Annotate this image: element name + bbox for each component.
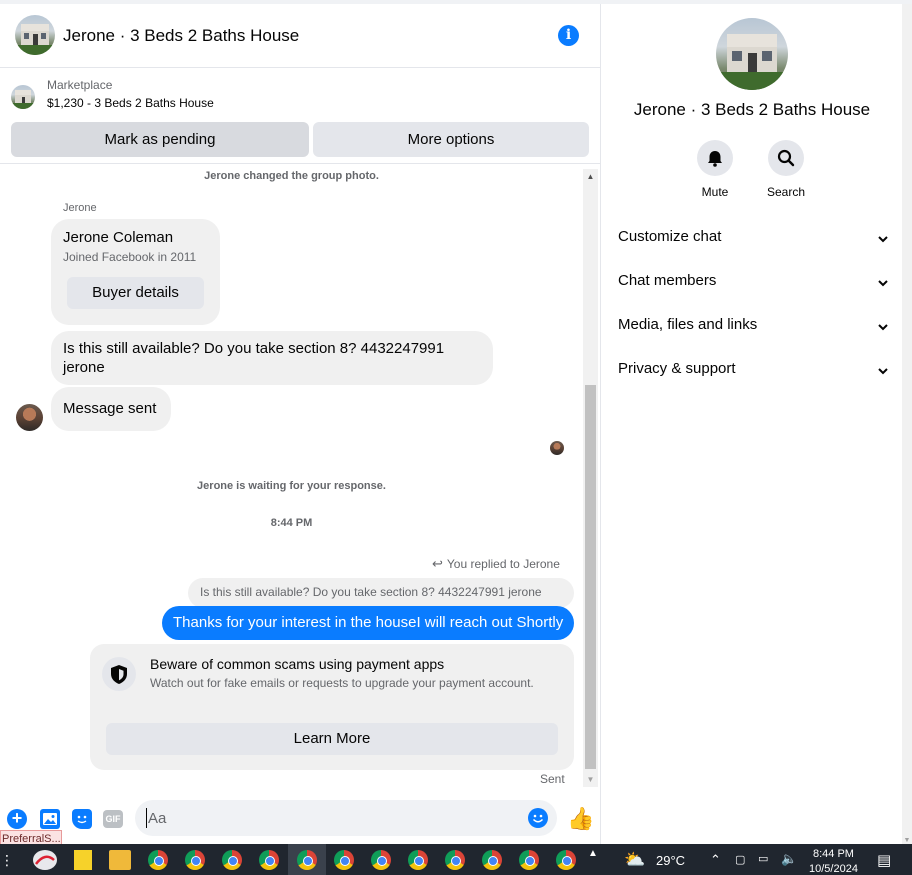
chrome-icon[interactable]: [519, 850, 539, 870]
emoji-icon[interactable]: [528, 808, 548, 828]
message-thread: Jerone changed the group photo. Jerone J…: [0, 164, 583, 790]
clock-time[interactable]: 8:44 PM: [813, 848, 854, 860]
message-timestamp: 8:44 PM: [270, 517, 313, 529]
sender-avatar[interactable]: [16, 404, 43, 431]
app-icon[interactable]: [33, 850, 57, 870]
message-input[interactable]: [148, 808, 518, 828]
chat-title[interactable]: Jerone · 3 Beds 2 Baths House: [63, 26, 299, 46]
taskbar-overflow-arrow[interactable]: ▲: [588, 848, 598, 859]
chat-pane: Jerone · 3 Beds 2 Baths House i Marketpl…: [0, 4, 601, 848]
details-title: Jerone · 3 Beds 2 Baths House: [633, 100, 871, 119]
chat-details-pane: Jerone · 3 Beds 2 Baths House Mute Searc…: [602, 4, 902, 844]
chrome-icon[interactable]: [371, 850, 391, 870]
incoming-message[interactable]: Message sent: [51, 387, 171, 431]
chrome-icon[interactable]: [556, 850, 576, 870]
quoted-message[interactable]: Is this still available? Do you take sec…: [188, 578, 574, 608]
message-input-pill[interactable]: [135, 800, 557, 836]
scam-body: Watch out for fake emails or requests to…: [150, 676, 534, 690]
scam-warning-card: Beware of common scams using payment app…: [90, 644, 574, 770]
marketplace-label: Marketplace: [47, 78, 113, 92]
outgoing-message[interactable]: Thanks for your interest in the houseI w…: [162, 606, 574, 640]
section-label: Privacy & support: [618, 360, 736, 377]
thread-scrollbar[interactable]: ▲ ▼: [583, 169, 598, 787]
reply-label-text: You replied to Jerone: [446, 557, 560, 571]
mute-label: Mute: [701, 185, 729, 199]
scam-title: Beware of common scams using payment app…: [150, 656, 445, 672]
chrome-icon[interactable]: [445, 850, 465, 870]
more-options-button[interactable]: More options: [313, 122, 589, 157]
marketplace-banner: Marketplace $1,230 - 3 Beds 2 Baths Hous…: [0, 69, 600, 164]
network-icon[interactable]: ▭: [758, 852, 768, 865]
chevron-down-icon: [878, 280, 888, 287]
page-scrollbar[interactable]: ▼: [902, 4, 912, 844]
scroll-thumb[interactable]: [585, 385, 596, 769]
customize-chat-section[interactable]: Customize chat: [618, 228, 890, 260]
chevron-down-icon: [878, 324, 888, 331]
search-button[interactable]: Search: [756, 140, 816, 199]
waiting-notice: Jerone is waiting for your response.: [197, 480, 386, 492]
scroll-up-arrow[interactable]: ▲: [583, 169, 598, 184]
group-large-avatar[interactable]: [716, 18, 788, 90]
reply-label: ↩ You replied to Jerone: [432, 557, 560, 572]
file-explorer-icon[interactable]: [109, 850, 131, 870]
sender-name: Jerone: [63, 202, 97, 214]
chat-header: Jerone · 3 Beds 2 Baths House i: [0, 4, 600, 68]
search-label: Search: [766, 185, 806, 199]
shield-icon: [102, 657, 136, 691]
mute-button[interactable]: Mute: [685, 140, 745, 199]
text-caret: [146, 808, 147, 828]
section-label: Chat members: [618, 272, 717, 289]
scroll-down-arrow[interactable]: ▼: [583, 772, 598, 787]
plus-icon[interactable]: +: [7, 809, 27, 829]
chrome-icon[interactable]: [297, 850, 317, 870]
notifications-icon[interactable]: ▤: [877, 851, 891, 869]
windows-taskbar: ⋮ ▲ ⛅ 29°C ⌃ ▢ ▭ 🔈 8:44 PM 10/5/2024 ▤: [0, 844, 912, 875]
listing-title[interactable]: $1,230 - 3 Beds 2 Baths House: [47, 96, 214, 110]
tray-icon[interactable]: ▢: [735, 853, 745, 866]
buyer-card: Jerone Coleman Joined Facebook in 2011 B…: [51, 219, 220, 325]
task-view-icon[interactable]: ⋮: [0, 850, 14, 870]
composer: + GIF 👍: [0, 790, 600, 842]
chrome-icon[interactable]: [408, 850, 428, 870]
weather-temp[interactable]: 29°C: [656, 853, 685, 868]
search-icon: [768, 140, 804, 176]
clock-date[interactable]: 10/5/2024: [809, 863, 858, 875]
section-label: Customize chat: [618, 228, 722, 245]
chrome-icon[interactable]: [222, 850, 242, 870]
sent-status: Sent: [540, 772, 565, 786]
tray-chevron-icon[interactable]: ⌃: [710, 852, 721, 868]
chat-members-section[interactable]: Chat members: [618, 272, 890, 304]
chrome-icon[interactable]: [334, 850, 354, 870]
reply-icon: ↩: [432, 557, 443, 572]
chevron-down-icon: [878, 368, 888, 375]
info-icon[interactable]: i: [558, 25, 579, 46]
scroll-down-arrow[interactable]: ▼: [902, 837, 912, 844]
listing-thumbnail[interactable]: [11, 85, 35, 109]
chevron-down-icon: [878, 236, 888, 243]
buyer-details-button[interactable]: Buyer details: [67, 277, 204, 309]
media-files-links-section[interactable]: Media, files and links: [618, 316, 890, 348]
group-avatar[interactable]: [15, 15, 55, 55]
learn-more-button[interactable]: Learn More: [106, 723, 558, 755]
thumbs-up-icon[interactable]: 👍: [567, 807, 594, 832]
buyer-name: Jerone Coleman: [63, 229, 174, 246]
gif-icon[interactable]: GIF: [103, 810, 123, 828]
incoming-message[interactable]: Is this still available? Do you take sec…: [51, 331, 493, 385]
mark-as-pending-button[interactable]: Mark as pending: [11, 122, 309, 157]
chrome-icon[interactable]: [148, 850, 168, 870]
chrome-icon[interactable]: [259, 850, 279, 870]
buyer-joined: Joined Facebook in 2011: [63, 250, 197, 264]
sticky-notes-icon[interactable]: [74, 850, 92, 870]
chrome-icon[interactable]: [482, 850, 502, 870]
weather-icon[interactable]: ⛅: [624, 850, 650, 870]
chrome-icon[interactable]: [185, 850, 205, 870]
privacy-support-section[interactable]: Privacy & support: [618, 360, 890, 392]
volume-icon[interactable]: 🔈: [781, 851, 797, 867]
read-receipt-avatar: [550, 441, 564, 455]
sticker-icon[interactable]: [72, 809, 92, 829]
photo-icon[interactable]: [40, 809, 60, 829]
group-photo-notice: Jerone changed the group photo.: [204, 170, 379, 182]
bell-icon: [697, 140, 733, 176]
section-label: Media, files and links: [618, 316, 758, 333]
